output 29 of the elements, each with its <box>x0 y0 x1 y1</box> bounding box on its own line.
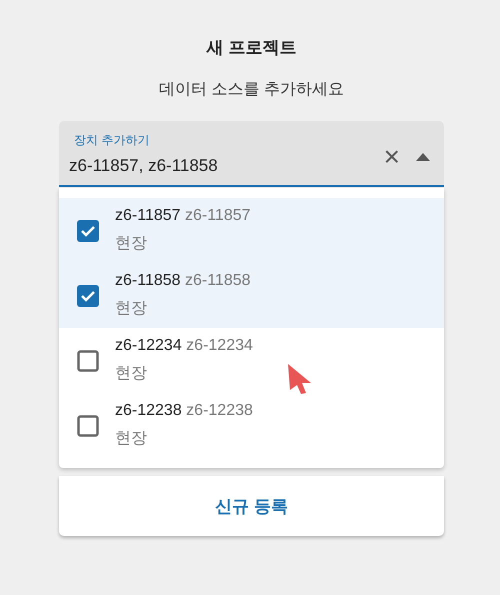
device-select-field[interactable]: 장치 추가하기 z6-11857, z6-11858 × <box>59 121 444 188</box>
clear-button[interactable]: × <box>384 143 400 172</box>
dialog-subtitle: 데이터 소스를 추가하세요 <box>158 80 345 100</box>
option-name: z6-11858 <box>115 272 181 290</box>
checkbox[interactable] <box>77 219 99 242</box>
option-type: 현장 <box>115 364 148 384</box>
checkbox[interactable] <box>77 284 99 306</box>
option-item[interactable]: z6-12234 z6-12234 현장 <box>59 328 444 394</box>
field-value: z6-11857, z6-11858 <box>69 155 219 178</box>
cursor-icon <box>287 363 313 395</box>
dialog-title: 새 프로젝트 <box>205 38 298 58</box>
option-type: 현장 <box>115 429 148 450</box>
option-name: z6-11857 <box>115 207 181 224</box>
option-code: z6-11858 <box>184 272 251 290</box>
option-type: 현장 <box>115 299 148 320</box>
option-name: z6-12234 <box>115 337 182 354</box>
option-code: z6-12234 <box>186 337 253 354</box>
option-item[interactable]: z6-11858 z6-11858 현장 <box>59 263 444 328</box>
option-name: z6-12238 <box>115 402 182 420</box>
option-type: 현장 <box>115 234 148 254</box>
checkbox[interactable] <box>77 414 99 436</box>
caret-button[interactable] <box>416 153 430 162</box>
checkbox[interactable] <box>77 349 99 372</box>
option-item[interactable]: z6-11857 z6-11857 현장 <box>59 198 444 264</box>
register-button[interactable]: 신규 등록 <box>209 492 294 520</box>
option-item[interactable]: z6-12238 z6-12238 현장 <box>59 393 444 458</box>
option-code: z6-11857 <box>184 207 251 224</box>
option-code: z6-12238 <box>186 402 253 420</box>
field-label: 장치 추가하기 <box>73 132 150 150</box>
